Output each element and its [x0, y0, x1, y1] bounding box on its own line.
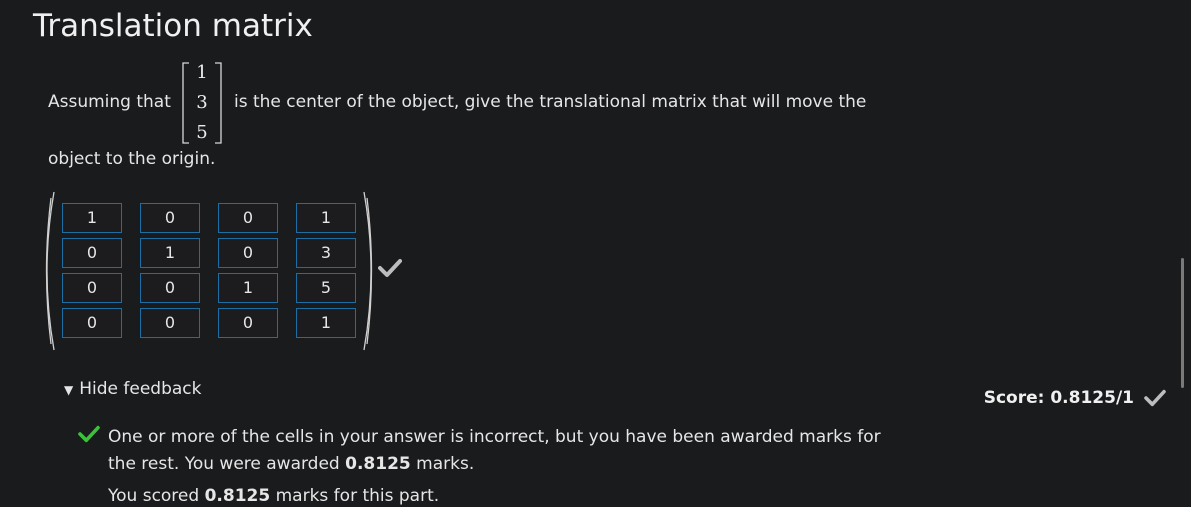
answer-matrix: 1 0 0 1 0 1 0 3 0 0 1 5 0 0 0 1	[44, 190, 374, 352]
feedback-message: One or more of the cells in your answer …	[108, 424, 888, 478]
matrix-cell-r4c2[interactable]: 0	[140, 308, 200, 338]
feedback-message-end: marks.	[410, 454, 475, 474]
matrix-cell-r1c3[interactable]: 0	[218, 203, 278, 233]
answer-checkmark-icon	[378, 258, 402, 282]
collapse-triangle-icon: ▼	[64, 383, 74, 397]
score-label: Score: 0.8125/1	[983, 388, 1134, 408]
matrix-cell-r1c1[interactable]: 1	[62, 203, 122, 233]
vector-entry: 1	[196, 62, 208, 83]
matrix-cell-r2c4[interactable]: 3	[296, 238, 356, 268]
awarded-marks: 0.8125	[345, 454, 411, 474]
prompt-text: Assuming that	[48, 92, 171, 112]
center-vector: 1 3 5	[181, 62, 223, 144]
score-checkmark-icon	[1144, 389, 1166, 407]
matrix-cell-r2c1[interactable]: 0	[62, 238, 122, 268]
part-score-value: 0.8125	[204, 486, 271, 506]
matrix-cell-r1c2[interactable]: 0	[140, 203, 200, 233]
part-score-text: You scored	[108, 486, 205, 506]
hide-feedback-toggle[interactable]: ▼ Hide feedback	[64, 379, 202, 399]
matrix-cell-r4c1[interactable]: 0	[62, 308, 122, 338]
part-score-end: marks for this part.	[270, 486, 440, 506]
prompt-text-continued: is the center of the object, give the tr…	[234, 92, 867, 112]
matrix-cell-r2c3[interactable]: 0	[218, 238, 278, 268]
feedback-checkmark-icon	[78, 425, 100, 447]
page-title: Translation matrix	[33, 8, 313, 44]
matrix-cell-r4c3[interactable]: 0	[218, 308, 278, 338]
vector-entry: 3	[196, 92, 208, 113]
feedback-message-text: One or more of the cells in your answer …	[108, 427, 881, 474]
prompt-text-line2: object to the origin.	[48, 149, 216, 169]
hide-feedback-label: Hide feedback	[79, 379, 202, 399]
vector-entry: 5	[196, 122, 208, 143]
matrix-cell-r2c2[interactable]: 1	[140, 238, 200, 268]
score-display: Score: 0.8125/1	[984, 388, 1166, 408]
matrix-cell-r1c4[interactable]: 1	[296, 203, 356, 233]
scrollbar[interactable]	[1181, 258, 1184, 388]
matrix-cell-r3c3[interactable]: 1	[218, 273, 278, 303]
matrix-cell-r3c1[interactable]: 0	[62, 273, 122, 303]
matrix-cell-r3c4[interactable]: 5	[296, 273, 356, 303]
matrix-cell-r4c4[interactable]: 1	[296, 308, 356, 338]
matrix-cell-r3c2[interactable]: 0	[140, 273, 200, 303]
part-score-message: You scored 0.8125 marks for this part.	[108, 486, 439, 506]
